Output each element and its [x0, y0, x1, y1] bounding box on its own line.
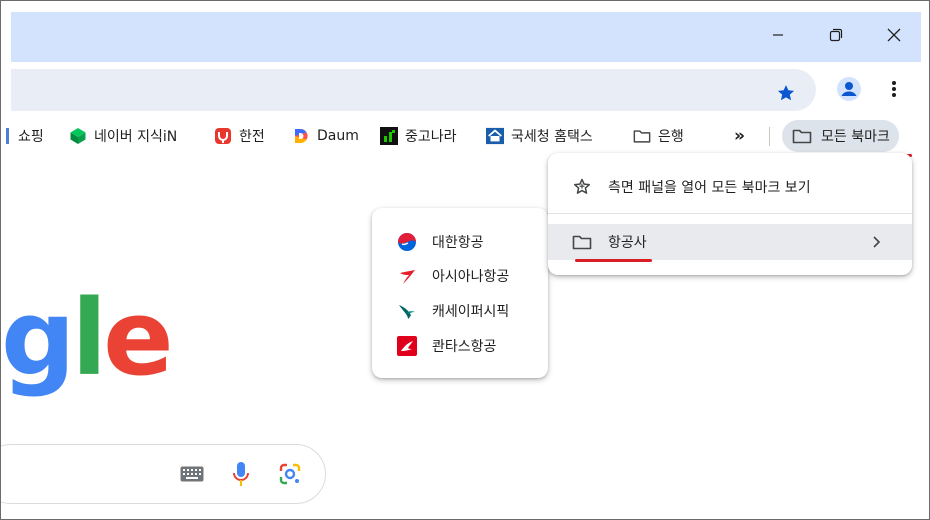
bookmark-favicon [5, 127, 11, 145]
airlines-submenu: 대한항공 아시아나항공 캐세이퍼시픽 콴타스항공 [372, 208, 548, 378]
korean-air-favicon [397, 232, 417, 252]
naver-kin-favicon [69, 127, 87, 145]
mic-icon [233, 462, 249, 486]
folder-icon [792, 128, 812, 144]
logo-letter: l [71, 277, 107, 399]
menu-item-label: 측면 패널을 열어 모든 북마크 보기 [608, 180, 811, 196]
folder-icon [633, 127, 651, 145]
search-box[interactable] [1, 444, 326, 504]
open-side-panel-item[interactable]: 측면 패널을 열어 모든 북마크 보기 [548, 169, 912, 205]
bookmark-item[interactable]: 쇼핑 [5, 123, 44, 149]
submenu-item[interactable]: 아시아나항공 [372, 259, 548, 293]
all-bookmarks-button[interactable]: 모든 북마크 [782, 120, 899, 152]
all-bookmarks-label: 모든 북마크 [821, 129, 890, 145]
star-icon [777, 85, 795, 101]
keyboard-icon [180, 466, 204, 482]
logo-letter: g [1, 277, 75, 399]
hometax-favicon [486, 127, 504, 145]
bookmark-folder[interactable]: 은행 [633, 123, 684, 149]
kepco-favicon [214, 127, 232, 145]
browser-window: 쇼핑 네이버 지식iN 한전 Daum 중고나라 국세청 홈택스 은행 » 모든… [0, 0, 930, 520]
google-logo: gle [1, 286, 174, 390]
title-bar [11, 12, 921, 62]
toolbar [11, 62, 921, 116]
profile-button[interactable] [834, 74, 864, 104]
star-outline-icon [572, 177, 592, 197]
kebab-menu-icon [892, 81, 896, 97]
submenu-item-label: 캐세이퍼시픽 [432, 304, 510, 320]
bookmark-item[interactable]: Daum [292, 123, 359, 149]
all-bookmarks-menu: 측면 패널을 열어 모든 북마크 보기 항공사 [548, 153, 912, 275]
voice-search-button[interactable] [229, 460, 253, 488]
submenu-item[interactable]: 콴타스항공 [372, 329, 548, 363]
minimize-button[interactable] [749, 12, 807, 58]
cathay-favicon [397, 301, 417, 321]
daum-favicon [292, 127, 310, 145]
bookmark-label: 은행 [658, 129, 684, 145]
bookmark-label: 한전 [239, 129, 265, 145]
menu-divider [548, 213, 912, 214]
submenu-item[interactable]: 대한항공 [372, 225, 548, 259]
restore-icon [829, 28, 843, 42]
annotation-underline [575, 259, 652, 262]
submenu-item-label: 대한항공 [432, 235, 484, 251]
menu-item-label: 항공사 [608, 235, 647, 251]
chevron-double-right-icon: » [734, 126, 745, 146]
bookmark-item[interactable]: 한전 [214, 123, 265, 149]
submenu-item[interactable]: 캐세이퍼시픽 [372, 294, 548, 328]
bookmark-label: 네이버 지식iN [94, 129, 178, 145]
close-button[interactable] [865, 12, 923, 58]
bookmarks-bar: 쇼핑 네이버 지식iN 한전 Daum 중고나라 국세청 홈택스 은행 » 모든… [6, 116, 921, 156]
address-bar[interactable] [11, 69, 816, 111]
qantas-favicon [397, 336, 417, 356]
minimize-icon [773, 34, 783, 36]
bookmarks-separator [769, 127, 770, 146]
bookmark-star-button[interactable] [771, 78, 801, 108]
chrome-menu-button[interactable] [879, 74, 909, 104]
submenu-item-label: 콴타스항공 [432, 339, 497, 355]
bookmark-label: Daum [317, 128, 359, 144]
bookmark-label: 국세청 홈택스 [511, 129, 593, 145]
joonggonara-favicon [380, 127, 398, 145]
bookmark-item[interactable]: 국세청 홈택스 [486, 123, 593, 149]
google-lens-icon [279, 463, 301, 485]
chevron-right-icon [873, 236, 881, 248]
profile-icon [837, 77, 861, 101]
submenu-item-label: 아시아나항공 [432, 269, 510, 285]
restore-button[interactable] [807, 12, 865, 58]
bookmark-label: 쇼핑 [18, 129, 44, 145]
bookmark-item[interactable]: 중고나라 [380, 123, 457, 149]
asiana-favicon [397, 266, 417, 286]
keyboard-button[interactable] [179, 463, 205, 485]
folder-icon [572, 232, 592, 252]
close-icon [887, 28, 901, 42]
bookmark-item[interactable]: 네이버 지식iN [69, 123, 177, 149]
airlines-folder-item[interactable]: 항공사 [548, 224, 912, 260]
google-lens-button[interactable] [277, 461, 303, 487]
bookmarks-overflow-button[interactable]: » [734, 123, 745, 149]
bookmark-label: 중고나라 [405, 129, 457, 145]
logo-letter: e [103, 277, 174, 399]
